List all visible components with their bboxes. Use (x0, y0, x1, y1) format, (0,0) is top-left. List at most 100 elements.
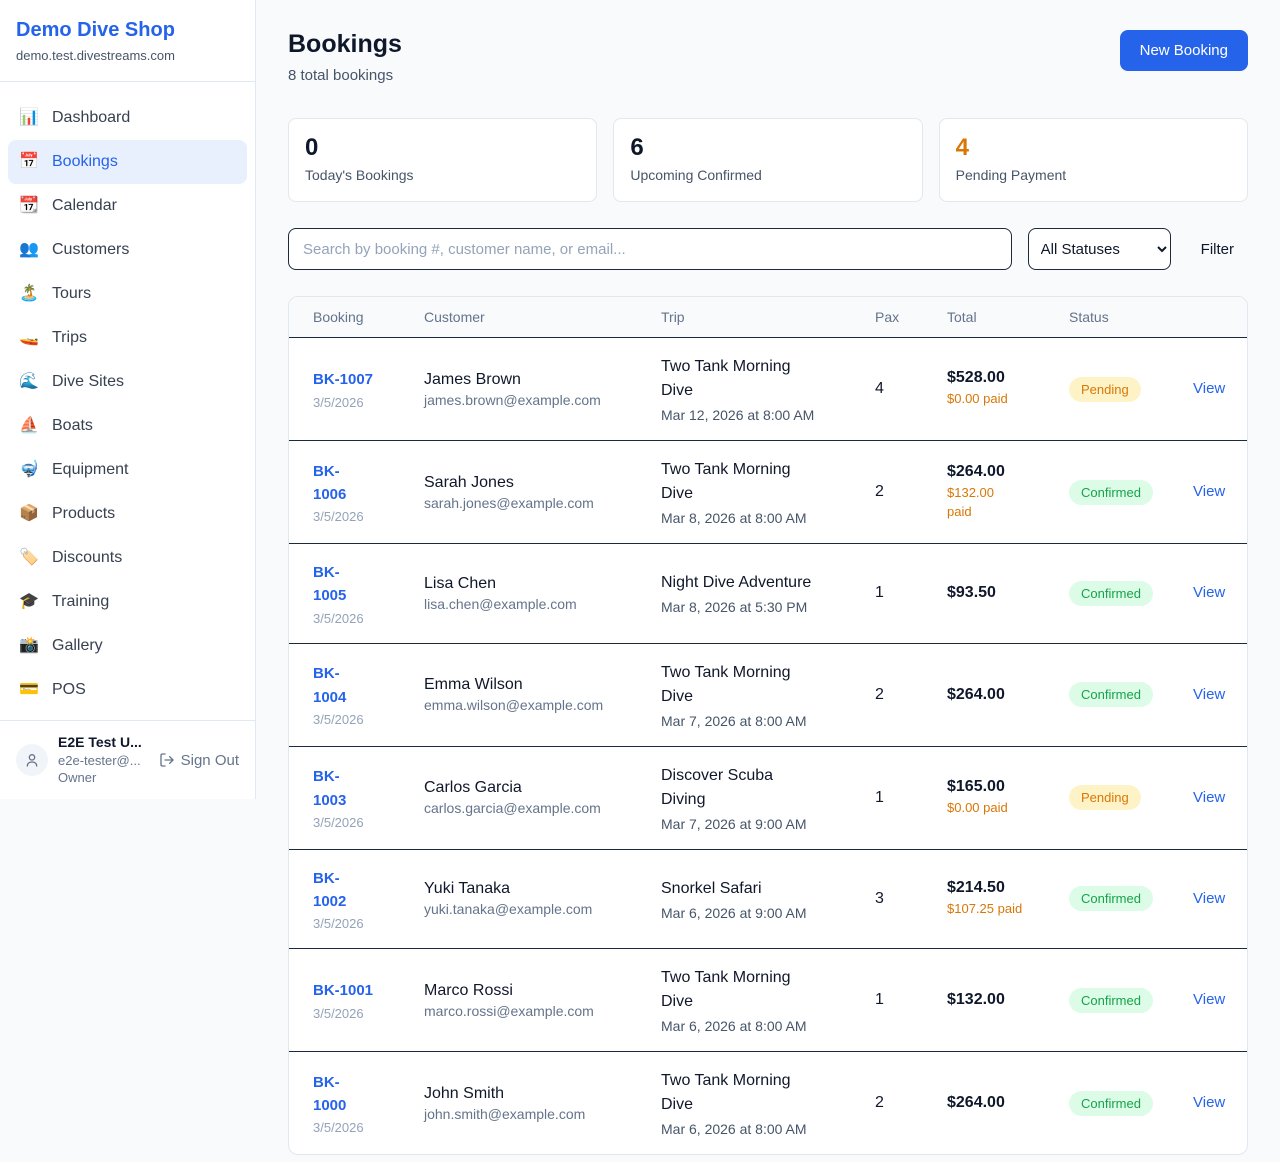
filter-button[interactable]: Filter (1187, 241, 1248, 258)
booking-id-link[interactable]: BK- 1006 (313, 460, 346, 507)
sidebar-item[interactable]: 🎓 Training (8, 580, 247, 624)
label-tag-icon: 🏷️ (18, 546, 40, 570)
sidebar-item[interactable]: 📅 Bookings (8, 140, 247, 184)
user-name: E2E Test U... (58, 733, 142, 752)
status-badge: Confirmed (1069, 682, 1153, 707)
search-input[interactable] (288, 228, 1012, 270)
sidebar-item[interactable]: 🤿 Equipment (8, 448, 247, 492)
actions-cell: View (1177, 949, 1247, 1052)
pax-value: 4 (875, 380, 884, 397)
total-amount: $93.50 (947, 584, 1037, 602)
table-row: BK- 1000 3/5/2026 John Smith john.smith@… (289, 1052, 1247, 1155)
total-amount: $264.00 (947, 463, 1037, 481)
booking-date: 3/5/2026 (313, 1006, 392, 1021)
actions-cell: View (1177, 643, 1247, 746)
sidebar-item[interactable]: 🏷️ Discounts (8, 536, 247, 580)
view-link[interactable]: View (1193, 890, 1225, 907)
sidebar-item[interactable]: 📊 Dashboard (8, 96, 247, 140)
calendar-icon: 📅 (18, 150, 40, 174)
sidebar-item[interactable]: 📆 Calendar (8, 184, 247, 228)
view-link[interactable]: View (1193, 991, 1225, 1008)
page-title: Bookings (288, 30, 402, 59)
status-filter-select[interactable]: All Statuses (1028, 228, 1171, 270)
pax-cell: 2 (859, 1052, 931, 1155)
shop-name: Demo Dive Shop (16, 18, 239, 42)
actions-cell: View (1177, 441, 1247, 544)
booking-date: 3/5/2026 (313, 815, 392, 830)
table-row: BK- 1006 3/5/2026 Sarah Jones sarah.jone… (289, 441, 1247, 544)
booking-cell: BK- 1002 3/5/2026 (289, 849, 408, 949)
sidebar-item[interactable]: 🚤 Trips (8, 316, 247, 360)
pax-cell: 4 (859, 338, 931, 441)
view-link[interactable]: View (1193, 483, 1225, 500)
column-header-actions (1177, 297, 1247, 338)
customer-name: Emma Wilson (424, 676, 629, 694)
customer-cell: Carlos Garcia carlos.garcia@example.com (408, 746, 645, 849)
status-cell: Confirmed (1053, 949, 1177, 1052)
column-header-booking: Booking (289, 297, 408, 338)
booking-cell: BK-1001 3/5/2026 (289, 949, 408, 1052)
paid-amount: $0.00 paid (947, 799, 1037, 817)
logout-icon (159, 752, 175, 768)
booking-date: 3/5/2026 (313, 1120, 392, 1135)
stat-label: Upcoming Confirmed (630, 167, 905, 183)
diving-mask-icon: 🤿 (18, 458, 40, 482)
booking-id-link[interactable]: BK- 1004 (313, 662, 346, 709)
actions-cell: View (1177, 1052, 1247, 1155)
sidebar-item-label: Equipment (52, 458, 129, 482)
total-cell: $264.00 $132.00 paid (931, 441, 1053, 544)
booking-id-link[interactable]: BK-1001 (313, 979, 373, 1002)
status-cell: Pending (1053, 746, 1177, 849)
trip-datetime: Mar 12, 2026 at 8:00 AM (661, 407, 843, 423)
customer-name: Lisa Chen (424, 575, 629, 593)
pax-value: 1 (875, 991, 884, 1008)
trip-cell: Two Tank Morning Dive Mar 6, 2026 at 8:0… (645, 1052, 859, 1155)
total-cell: $528.00 $0.00 paid (931, 338, 1053, 441)
status-badge: Pending (1069, 377, 1141, 402)
table-row: BK-1007 3/5/2026 James Brown james.brown… (289, 338, 1247, 441)
sidebar-item[interactable]: 🏝️ Tours (8, 272, 247, 316)
view-link[interactable]: View (1193, 789, 1225, 806)
stat-value: 0 (305, 133, 580, 163)
sidebar-item[interactable]: 📸 Gallery (8, 624, 247, 668)
trip-datetime: Mar 8, 2026 at 5:30 PM (661, 599, 843, 615)
bookings-table-card: Booking Customer Trip Pax Total Status B… (288, 296, 1248, 1155)
sidebar-item[interactable]: 💳 POS (8, 668, 247, 712)
view-link[interactable]: View (1193, 380, 1225, 397)
trip-datetime: Mar 6, 2026 at 8:00 AM (661, 1018, 843, 1034)
sidebar-item[interactable]: ⛵ Boats (8, 404, 247, 448)
bookings-table: Booking Customer Trip Pax Total Status B… (289, 297, 1247, 1154)
page-header-text: Bookings 8 total bookings (288, 30, 402, 84)
wave-icon: 🌊 (18, 370, 40, 394)
user-avatar (16, 744, 48, 776)
trip-cell: Discover Scuba Diving Mar 7, 2026 at 9:0… (645, 746, 859, 849)
sailboat-icon: ⛵ (18, 414, 40, 438)
trip-cell: Two Tank Morning Dive Mar 6, 2026 at 8:0… (645, 949, 859, 1052)
sidebar-item[interactable]: 🌊 Dive Sites (8, 360, 247, 404)
view-link[interactable]: View (1193, 686, 1225, 703)
column-header-pax: Pax (859, 297, 931, 338)
booking-id-link[interactable]: BK- 1000 (313, 1071, 346, 1118)
trip-name: Snorkel Safari (661, 877, 843, 901)
stats-row: 0 Today's Bookings 6 Upcoming Confirmed … (288, 118, 1248, 202)
table-row: BK- 1002 3/5/2026 Yuki Tanaka yuki.tanak… (289, 849, 1247, 949)
credit-card-icon: 💳 (18, 678, 40, 702)
customer-email: lisa.chen@example.com (424, 596, 629, 612)
sign-out-button[interactable]: Sign Out (159, 752, 239, 769)
sidebar-item[interactable]: 📦 Products (8, 492, 247, 536)
status-badge: Pending (1069, 785, 1141, 810)
booking-id-link[interactable]: BK- 1005 (313, 561, 346, 608)
sidebar-item-label: Customers (52, 238, 129, 262)
new-booking-button[interactable]: New Booking (1120, 30, 1248, 71)
view-link[interactable]: View (1193, 1094, 1225, 1111)
sidebar-item-label: Gallery (52, 634, 103, 658)
booking-id-link[interactable]: BK- 1002 (313, 867, 346, 914)
total-cell: $165.00 $0.00 paid (931, 746, 1053, 849)
booking-cell: BK- 1004 3/5/2026 (289, 643, 408, 746)
sidebar-item-label: Tours (52, 282, 91, 306)
shop-domain: demo.test.divestreams.com (16, 48, 239, 63)
view-link[interactable]: View (1193, 584, 1225, 601)
booking-id-link[interactable]: BK-1007 (313, 368, 373, 391)
sidebar-item[interactable]: 👥 Customers (8, 228, 247, 272)
booking-id-link[interactable]: BK- 1003 (313, 765, 346, 812)
